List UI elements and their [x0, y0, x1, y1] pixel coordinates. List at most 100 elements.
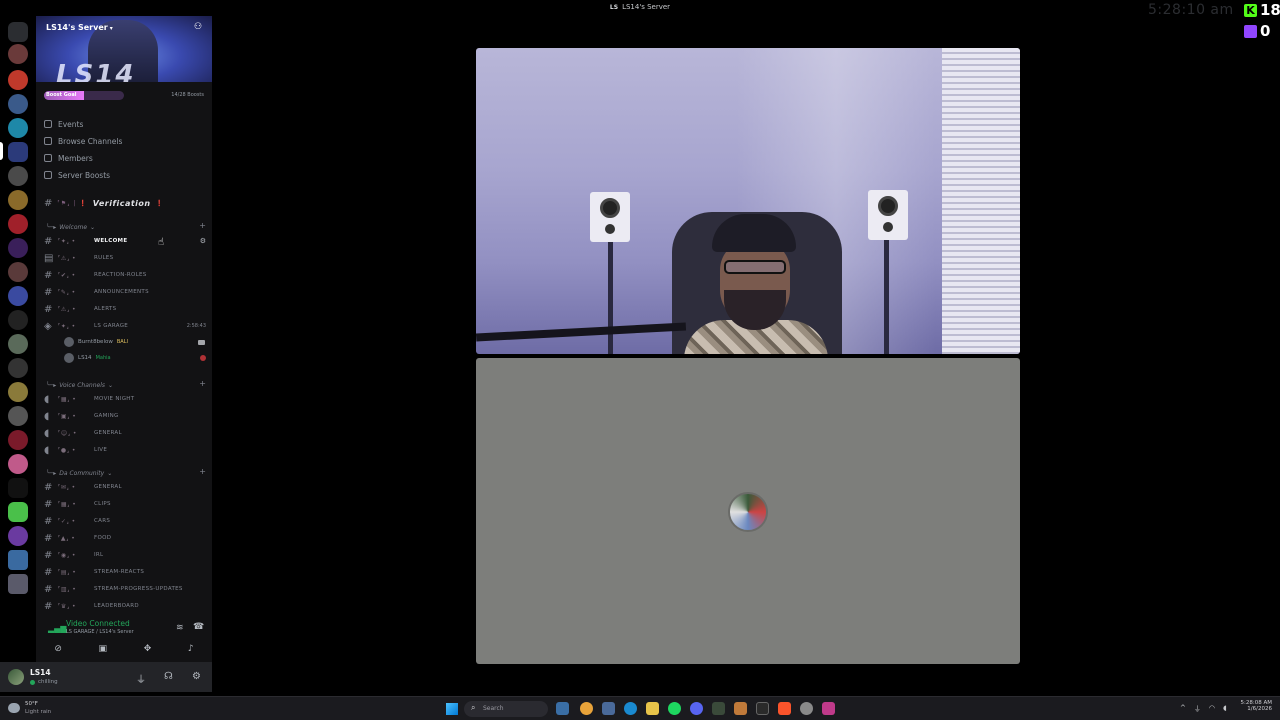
- server-icon[interactable]: [8, 526, 28, 546]
- soundboard-icon[interactable]: ♪: [188, 644, 194, 658]
- window-blinds: [942, 48, 1020, 354]
- server-icon[interactable]: [8, 286, 28, 306]
- server-icon[interactable]: [8, 406, 28, 426]
- webcam-video-tile[interactable]: [476, 48, 1020, 354]
- brave-icon[interactable]: [778, 702, 791, 715]
- category-voice-channels[interactable]: ╰─▸ Voice Channels ⌄: [46, 380, 113, 390]
- add-channel-icon[interactable]: +: [199, 221, 206, 230]
- server-icon[interactable]: [8, 430, 28, 450]
- chrome-icon[interactable]: [580, 702, 593, 715]
- channel-irl[interactable]: # ⸢◉⸥ • IRL: [44, 548, 210, 562]
- server-icon[interactable]: [8, 574, 28, 594]
- task-view-icon[interactable]: [602, 702, 615, 715]
- connection-status[interactable]: Video Connected: [66, 619, 130, 628]
- chevron-up-icon[interactable]: ^: [1180, 704, 1186, 714]
- channel-gaming[interactable]: ◖ ⸢▣⸥ • GAMING: [44, 409, 210, 423]
- server-icon[interactable]: [8, 44, 28, 64]
- channel-rules[interactable]: ▤ ⸢⚠⸥ • RULES: [44, 251, 210, 265]
- terminal-icon[interactable]: [756, 702, 769, 715]
- disconnect-icon[interactable]: ☎: [193, 622, 204, 632]
- taskbar-app-icon[interactable]: [734, 702, 747, 715]
- username[interactable]: LS14: [30, 668, 51, 677]
- server-name-dropdown[interactable]: LS14's Server ▾: [46, 23, 113, 32]
- channel-cars[interactable]: # ⸢✓⸥ • CARS: [44, 514, 210, 528]
- server-icon[interactable]: [8, 118, 28, 138]
- boost-goal-label: Boost Goal: [46, 92, 77, 98]
- kick-server-icon[interactable]: [8, 478, 28, 498]
- headphones-icon[interactable]: ☊: [164, 671, 173, 682]
- channel-stream-reacts[interactable]: # ⸢▤⸥ • STREAM-REACTS: [44, 565, 210, 579]
- channel-ls-garage[interactable]: ◈ ⸢✦⸥ • LS GARAGE 2:58:43: [44, 319, 210, 333]
- channel-reaction-roles[interactable]: # ⸢✔⸥ • REACTION-ROLES: [44, 268, 210, 282]
- discord-icon[interactable]: [690, 702, 703, 715]
- server-icon[interactable]: [8, 310, 28, 330]
- channel-live[interactable]: ◖ ⸢●⸥ • LIVE: [44, 443, 210, 457]
- server-icon[interactable]: [8, 502, 28, 522]
- server-icon[interactable]: [8, 358, 28, 378]
- microphone-icon[interactable]: ⏚: [136, 671, 146, 686]
- avatar[interactable]: [8, 669, 24, 685]
- microphone-icon[interactable]: ⏚: [1194, 704, 1201, 714]
- voice-user[interactable]: Burnt8below BALI: [64, 336, 205, 348]
- server-icon[interactable]: [8, 166, 28, 186]
- start-button[interactable]: [446, 703, 458, 715]
- server-icon[interactable]: [8, 454, 28, 474]
- noise-suppression-icon[interactable]: ≋: [176, 623, 184, 633]
- screen-share-icon[interactable]: ▣: [99, 644, 108, 658]
- volume-icon[interactable]: ◖: [1223, 704, 1227, 714]
- taskbar-app-icon[interactable]: [822, 702, 835, 715]
- menu-events[interactable]: Events: [44, 117, 83, 131]
- participant-video-tile[interactable]: [476, 358, 1020, 664]
- channel-emoji-decoration: ⸢◉⸥ •: [58, 551, 76, 559]
- connection-location[interactable]: LS GARAGE / LS14's Server: [66, 629, 134, 635]
- server-icon[interactable]: [8, 214, 28, 234]
- server-icon[interactable]: [8, 238, 28, 258]
- category-community[interactable]: ╰─▸ Da Community ⌄: [46, 468, 112, 478]
- channel-stream-progress-updates[interactable]: # ⸢▥⸥ • STREAM-PROGRESS-UPDATES: [44, 582, 210, 596]
- voice-user[interactable]: LS14 Mahia: [64, 352, 206, 364]
- activities-icon[interactable]: ✥: [144, 644, 152, 658]
- ls14-server-icon[interactable]: [8, 142, 28, 162]
- add-channel-icon[interactable]: +: [199, 467, 206, 476]
- taskbar-app-icon[interactable]: [556, 702, 569, 715]
- file-explorer-icon[interactable]: [646, 702, 659, 715]
- browse-icon: [44, 137, 52, 145]
- camera-off-icon[interactable]: ⊘: [54, 644, 62, 658]
- hash-icon: #: [44, 198, 53, 209]
- boost-goal[interactable]: Boost Goal 14/28 Boosts: [36, 88, 212, 102]
- channel-general-voice[interactable]: ◖ ⸢☺⸥ • GENERAL: [44, 426, 210, 440]
- edge-icon[interactable]: [624, 702, 637, 715]
- channel-settings-icon[interactable]: ⚙: [200, 237, 206, 245]
- server-icon[interactable]: [8, 334, 28, 354]
- channel-movie-night[interactable]: ◖ ⸢▦⸥ • MOVIE NIGHT: [44, 392, 210, 406]
- channel-welcome[interactable]: # ⸢✦⸥ • WELCOME ⚙: [44, 234, 210, 248]
- add-channel-icon[interactable]: +: [199, 379, 206, 388]
- taskbar-search[interactable]: ⌕ Search: [464, 701, 548, 717]
- server-icon[interactable]: [8, 262, 28, 282]
- server-icon[interactable]: [8, 550, 28, 570]
- channel-alerts[interactable]: # ⸢⚠⸥ • ALERTS: [44, 302, 210, 316]
- discord-home-icon[interactable]: [8, 22, 28, 42]
- channel-leaderboard[interactable]: # ⸢♛⸥ • LEADERBOARD: [44, 599, 210, 613]
- taskbar-app-icon[interactable]: [712, 702, 725, 715]
- channel-clips[interactable]: # ⸢▦⸥ • CLIPS: [44, 497, 210, 511]
- wifi-icon[interactable]: ◠: [1209, 704, 1215, 714]
- gear-icon[interactable]: ⚙: [192, 671, 201, 682]
- channel-verification[interactable]: # ⸢⚑⸥ | ❗ Verification ❗: [44, 198, 164, 209]
- invite-icon[interactable]: ⚇: [194, 22, 204, 32]
- channel-general[interactable]: # ⸢✉⸥ • GENERAL: [44, 480, 210, 494]
- category-welcome[interactable]: ╰─▸ Welcome ⌄: [46, 222, 95, 232]
- menu-server-boosts[interactable]: Server Boosts: [44, 168, 110, 182]
- taskbar-clock[interactable]: 5:28:08 AM 1/6/2026: [1238, 700, 1272, 712]
- server-icon[interactable]: [8, 382, 28, 402]
- spotify-icon[interactable]: [668, 702, 681, 715]
- taskbar-app-icon[interactable]: [800, 702, 813, 715]
- channel-announcements[interactable]: # ⸢✎⸥ • ANNOUNCEMENTS: [44, 285, 210, 299]
- server-icon[interactable]: [8, 94, 28, 114]
- menu-browse-channels[interactable]: Browse Channels: [44, 134, 122, 148]
- server-icon[interactable]: [8, 190, 28, 210]
- channel-emoji-decoration: ⸢☺⸥ •: [58, 429, 77, 437]
- menu-members[interactable]: Members: [44, 151, 93, 165]
- channel-food[interactable]: # ⸢▲⸥ • FOOD: [44, 531, 210, 545]
- server-icon[interactable]: [8, 70, 28, 90]
